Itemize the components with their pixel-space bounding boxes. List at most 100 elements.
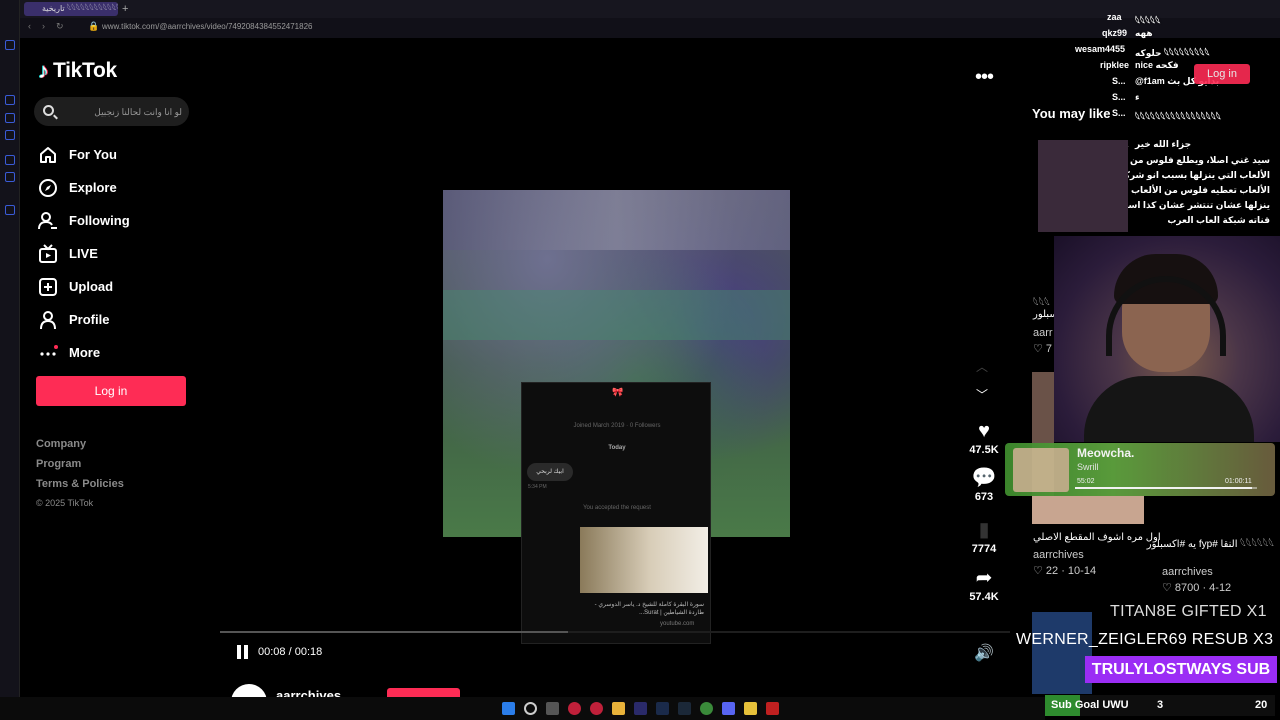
rail-history-icon[interactable] <box>5 172 15 182</box>
track-title: Meowcha. <box>1077 446 1135 460</box>
heart-icon: ♥ <box>978 420 990 442</box>
nav-more[interactable]: More <box>36 336 130 369</box>
rec-stats-partial: ♡ 7 <box>1033 343 1053 355</box>
rail-twitter-icon[interactable] <box>5 130 15 140</box>
bookmark-icon: ▮ <box>978 519 990 541</box>
notes-icon[interactable] <box>744 702 757 715</box>
footer-links: Company Program Terms & Policies © 2025 … <box>36 437 124 508</box>
chat-username: qkz99 <box>1102 28 1128 38</box>
search-input[interactable] <box>62 103 182 120</box>
chat-message: جزاء الله خير <box>1135 139 1192 149</box>
rail-heart-icon[interactable] <box>5 155 15 165</box>
track-artist: Swrill <box>1077 462 1099 472</box>
rec-thumbnail[interactable] <box>1032 496 1144 524</box>
lock-icon: 🔒 <box>88 21 100 31</box>
tiktok-logo[interactable]: ♪ TikTok <box>38 58 117 84</box>
search-taskbar-icon[interactable] <box>524 702 537 715</box>
following-icon <box>36 209 60 233</box>
nav-explore[interactable]: Explore <box>36 171 130 204</box>
save-button[interactable]: ▮ 7774 <box>964 519 1004 555</box>
nav-upload[interactable]: Upload <box>36 270 130 303</box>
sub-goal-label: Sub Goal UWU <box>1051 699 1129 711</box>
search-bar[interactable] <box>34 97 189 126</box>
nav-label: More <box>69 345 101 360</box>
track-elapsed: 55:02 <box>1077 478 1095 485</box>
copyright: © 2025 TikTok <box>36 498 94 508</box>
alert-gifted: TITAN8E GIFTED X1 <box>1110 603 1267 620</box>
nav-label: Explore <box>69 180 117 195</box>
browser-tab[interactable]: تاريخية 𓆩𓆩𓆩𓆩𓆩𓆩𓆩𓆩𓆩𓆩𓆩𓆩 <box>24 2 118 16</box>
photoshop-icon[interactable] <box>656 702 669 715</box>
comment-count: 673 <box>974 491 994 503</box>
rec-stats: ♡ 22 · 10-14 <box>1033 565 1097 577</box>
rec-title[interactable]: 𓆩𓆩𓆩𓆩𓆩𓆩 النقا #fyp يه #اكسبلور <box>1147 535 1274 551</box>
new-tab-icon[interactable]: + <box>122 2 128 16</box>
back-icon[interactable]: ‹ <box>28 21 31 31</box>
obs-icon[interactable] <box>700 702 713 715</box>
rail-instagram-icon[interactable] <box>5 113 15 123</box>
rec-author-partial[interactable]: aarr <box>1033 327 1053 339</box>
tab-title: تاريخية 𓆩𓆩𓆩𓆩𓆩𓆩𓆩𓆩𓆩𓆩𓆩𓆩 <box>42 4 118 13</box>
nav-label: Upload <box>69 279 114 294</box>
rec-author[interactable]: aarrchives <box>1162 566 1213 578</box>
windows-start-icon[interactable] <box>502 702 515 715</box>
steam-icon[interactable] <box>678 702 691 715</box>
more-options-icon[interactable]: ••• <box>975 66 994 89</box>
app-icon[interactable] <box>766 702 779 715</box>
chat-message-cont: الألعاب تعطيه فلوس من الألعاب الي <box>1112 185 1270 195</box>
sub-goal-bar: Sub Goal UWU 3 20 <box>1045 695 1275 716</box>
comment-button[interactable]: 💬 673 <box>964 467 1004 503</box>
video-time: 00:08 / 00:18 <box>258 646 323 658</box>
nav-live[interactable]: LIVE <box>36 237 130 270</box>
you-may-like-heading: You may like <box>1032 106 1111 121</box>
footer-terms-link[interactable]: Terms & Policies <box>36 477 124 497</box>
nav-following[interactable]: Following <box>36 204 130 237</box>
os-taskbar <box>0 697 1045 720</box>
chat-username: S... <box>1112 108 1126 118</box>
chat-message: 𓆩𓆩𓆩𓆩𓆩𓆩𓆩𓆩𓆩𓆩𓆩𓆩𓆩𓆩𓆩𓆩𓆩 <box>1135 112 1221 122</box>
rec-thumbnail[interactable] <box>1038 140 1128 232</box>
save-count: 7774 <box>971 543 997 555</box>
file-explorer-icon[interactable] <box>612 702 625 715</box>
more-icon <box>36 341 60 365</box>
like-button[interactable]: ♥ 47.5K <box>964 420 1004 456</box>
share-button[interactable]: ➦ 57.4K <box>964 567 1004 603</box>
pause-button[interactable] <box>236 645 250 659</box>
video-progress-bar[interactable] <box>220 631 1010 633</box>
rail-settings-icon[interactable] <box>5 205 15 215</box>
header-login-button[interactable]: Log in <box>1194 64 1250 84</box>
now-playing-widget: Meowcha. Swrill 55:02 01:00:11 <box>1005 443 1275 496</box>
chat-today: Today <box>608 445 626 451</box>
chat-username: wesam4455 <box>1075 44 1126 54</box>
url-field[interactable]: www.tiktok.com/@aarrchives/video/7492084… <box>102 22 312 31</box>
chat-username: zaa <box>1107 12 1122 22</box>
chevron-up-icon[interactable]: ︿ <box>976 358 988 375</box>
opera-gx-icon[interactable] <box>590 702 603 715</box>
task-view-icon[interactable] <box>546 702 559 715</box>
rec-thumbnail[interactable] <box>1032 612 1092 694</box>
rec-title-partial[interactable]: 𓆩𓆩𓆩 <box>1033 294 1050 310</box>
nav-for-you[interactable]: For You <box>36 138 130 171</box>
volume-icon[interactable]: 🔊 <box>974 643 994 663</box>
profile-icon <box>36 308 60 332</box>
rec-stats: ♡ 8700 · 4-12 <box>1162 582 1232 594</box>
footer-program-link[interactable]: Program <box>36 457 124 477</box>
rec-author[interactable]: aarrchives <box>1033 549 1084 561</box>
bow-icon: 🎀 <box>612 387 624 397</box>
alert-resub: WERNER_ZEIGLER69 RESUB X3 <box>1016 631 1274 648</box>
reload-icon[interactable]: ↻ <box>56 21 64 32</box>
premiere-icon[interactable] <box>634 702 647 715</box>
search-icon[interactable] <box>43 105 54 116</box>
footer-company-link[interactable]: Company <box>36 437 124 457</box>
login-button[interactable]: Log in <box>36 376 186 406</box>
home-icon <box>36 143 60 167</box>
video-chat-overlay: 🎀 Joined March 2019 · 0 Followers Today … <box>521 382 711 644</box>
chevron-down-icon[interactable]: ﹀ <box>976 386 988 403</box>
rail-messenger-icon[interactable] <box>5 95 15 105</box>
rail-bookmark-icon[interactable] <box>5 40 15 50</box>
discord-icon[interactable] <box>722 702 735 715</box>
nav-profile[interactable]: Profile <box>36 303 130 336</box>
opera-browser-icon[interactable] <box>568 702 581 715</box>
rec-title[interactable]: اول مره اشوف المقطع الاصلي <box>1033 532 1161 543</box>
forward-icon[interactable]: › <box>42 21 45 31</box>
